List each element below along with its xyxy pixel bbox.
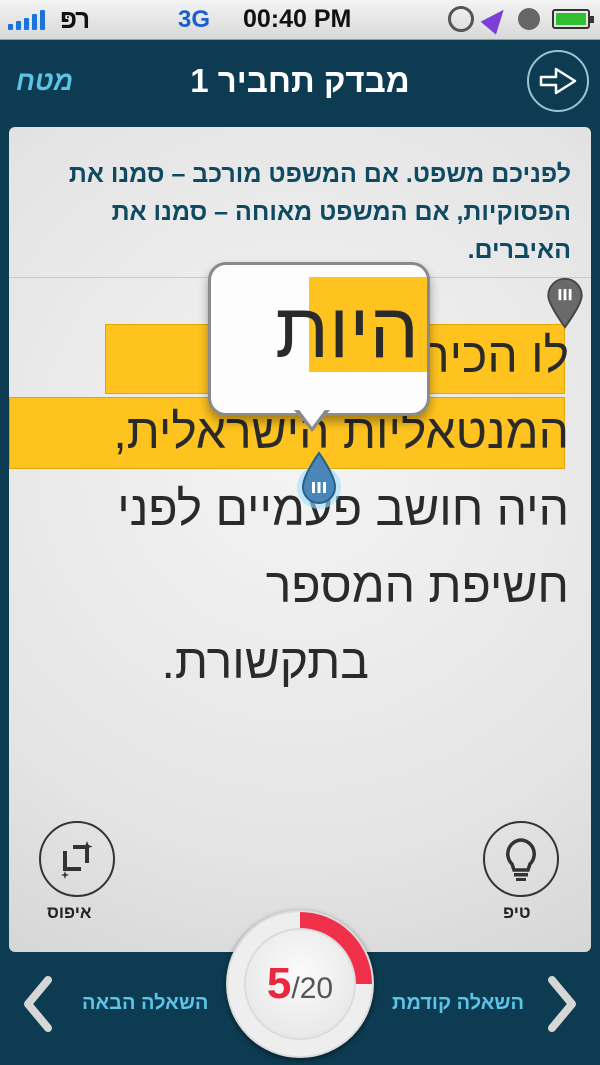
selection-start-handle-icon[interactable] [545, 277, 585, 329]
text-magnifier: היות [208, 262, 430, 416]
network-type: 3G [178, 6, 211, 33]
next-arrow-button[interactable] [527, 50, 589, 112]
progress-total: /20 [291, 972, 334, 1005]
arrow-right-icon [539, 67, 577, 95]
progress-current: 5 [266, 959, 292, 1008]
chevron-right-icon[interactable] [542, 974, 582, 1034]
reset-icon [61, 841, 93, 879]
app-header: מטח מבדק תחביר 1 [0, 40, 600, 125]
tip-button[interactable] [483, 821, 559, 897]
status-time: 00:40 PM [243, 5, 352, 33]
selection-end-handle-icon[interactable] [295, 449, 343, 511]
rotation-lock-icon [448, 6, 474, 32]
question-progress: 5 /20 [226, 910, 374, 1058]
sentence-line: חשיפת המספר [265, 560, 569, 613]
app-logo: מטח [16, 66, 74, 96]
magnifier-text: היות [275, 286, 419, 374]
carrier-name: רפּ [60, 4, 90, 34]
sentence-line: היה חושב פעמיים לפני [117, 483, 569, 536]
question-card: לפניכם משפט. אם המשפט מורכב – סמנו את הפ… [9, 127, 591, 952]
reset-button[interactable] [39, 821, 115, 897]
magnifier-pointer [294, 407, 330, 432]
battery-icon [552, 9, 594, 29]
next-question-button[interactable]: השאלה הבאה [82, 992, 208, 1015]
lightbulb-icon [506, 838, 536, 881]
alarm-icon [518, 8, 540, 30]
previous-question-button[interactable]: השאלה קודמת [392, 992, 524, 1015]
reset-label: איפוס [47, 903, 92, 922]
tip-label: טיפ [503, 903, 531, 922]
page-title: מבדק תחביר 1 [190, 62, 410, 99]
sentence-area[interactable]: לו הכירו את המנטאליות הישראלית, היה חושב… [9, 127, 591, 827]
location-icon [480, 3, 512, 35]
chevron-left-icon[interactable] [18, 974, 58, 1034]
signal-icon [8, 10, 45, 30]
status-bar: רפּ 3G 00:40 PM [0, 0, 600, 40]
sentence-line: בתקשורת. [161, 636, 369, 689]
